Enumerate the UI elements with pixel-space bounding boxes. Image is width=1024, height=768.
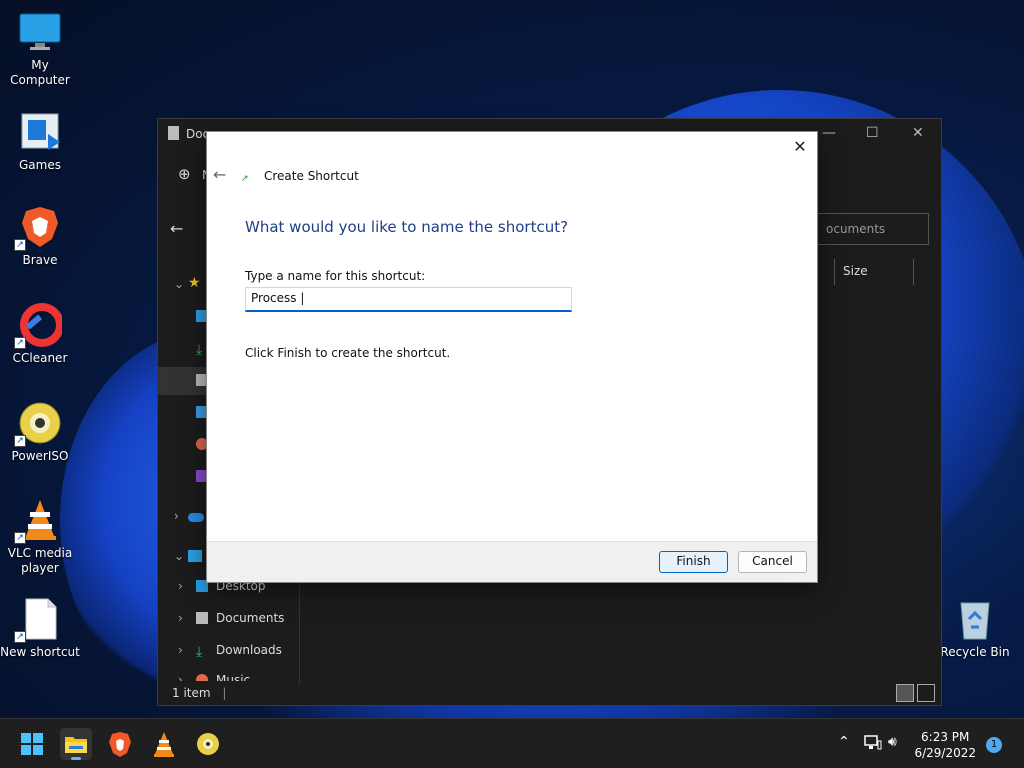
back-arrow-icon[interactable]: ← <box>170 219 183 238</box>
shortcut-arrow-icon: ↗ <box>14 631 26 643</box>
chevron-right-icon: › <box>178 643 183 657</box>
taskbar-vlc[interactable] <box>148 728 180 760</box>
status-item-count: 1 item <box>172 686 211 700</box>
vlc-cone-icon <box>154 732 174 757</box>
vlc-cone-icon: ↗ <box>14 498 62 544</box>
disc-icon: ↗ <box>14 401 62 447</box>
desktop-icon-ccleaner[interactable]: ↗ CCleaner <box>0 303 80 366</box>
sidebar-item-documents[interactable]: › Documents <box>158 605 300 633</box>
sidebar-item-label: Downloads <box>216 643 282 657</box>
desktop-icon-my-computer[interactable]: My Computer <box>0 10 80 88</box>
monitor-icon <box>18 10 62 54</box>
blank-file-icon: ↗ <box>14 597 62 643</box>
clock-date: 6/29/2022 <box>914 746 976 760</box>
shortcut-arrow-icon: ↗ <box>14 532 26 544</box>
dialog-heading: What would you like to name the shortcut… <box>245 218 569 236</box>
new-plus-icon[interactable]: ⊕ <box>178 165 191 183</box>
close-icon[interactable]: ✕ <box>791 138 809 156</box>
desktop-icon-label: CCleaner <box>12 351 68 365</box>
brave-lion-icon: ↗ <box>14 205 62 251</box>
back-arrow-icon[interactable]: ← <box>213 167 233 183</box>
desktop-icon-label: VLC media player <box>7 546 73 575</box>
sidebar-item-downloads[interactable]: › ⤓ Downloads <box>158 637 300 665</box>
sidebar-item-label: Music <box>216 673 251 681</box>
status-divider: | <box>222 686 227 700</box>
shortcut-wizard-icon: ↗ <box>241 174 249 184</box>
taskbar-file-explorer[interactable] <box>60 728 92 760</box>
start-button[interactable] <box>16 728 48 760</box>
dialog-title: Create Shortcut <box>264 169 359 183</box>
sidebar-item-label: Documents <box>216 611 285 625</box>
taskbar-brave[interactable] <box>104 728 136 760</box>
taskbar: ⌃ 🔊︎ 6:23 PM 6/29/2022 1 <box>0 718 1024 768</box>
ccleaner-icon: ↗ <box>14 303 64 349</box>
chevron-right-icon: › <box>178 611 183 625</box>
desktop-icon-recycle-bin[interactable]: Recycle Bin <box>935 597 1015 660</box>
windows-logo-icon <box>21 733 43 755</box>
dialog-footer: Finish Cancel <box>207 541 817 582</box>
recycle-bin-icon <box>953 597 997 641</box>
cloud-icon <box>188 513 204 522</box>
chevron-right-icon: › <box>174 509 179 523</box>
desktop-icon-label: Brave <box>22 253 58 267</box>
folder-icon <box>65 737 87 753</box>
star-icon: ★ <box>188 275 201 291</box>
document-icon <box>196 612 208 624</box>
shortcut-name-input[interactable]: Process | <box>245 287 572 312</box>
search-placeholder: ocuments <box>826 222 886 236</box>
details-view-icon[interactable] <box>896 684 914 702</box>
network-icon[interactable] <box>864 735 882 755</box>
desktop-icon-games[interactable]: Games <box>0 110 80 173</box>
close-icon[interactable]: ✕ <box>912 125 924 141</box>
desktop-icon-new-shortcut[interactable]: ↗ New shortcut <box>0 597 80 660</box>
explorer-search-box[interactable]: ocuments <box>817 213 929 245</box>
desktop-icon-vlc[interactable]: ↗ VLC media player <box>0 498 80 576</box>
create-shortcut-dialog[interactable]: ✕ ← ↗ Create Shortcut What would you lik… <box>206 131 818 583</box>
desktop-icon-label: My Computer <box>10 58 70 87</box>
tiles-view-icon[interactable] <box>917 684 935 702</box>
desktop-icon-label: New shortcut <box>0 645 80 659</box>
brave-lion-icon <box>109 732 131 757</box>
explorer-status-bar: 1 item | <box>158 681 941 705</box>
column-header-label: Size <box>843 264 868 278</box>
music-icon <box>196 674 208 681</box>
finish-button[interactable]: Finish <box>659 551 728 573</box>
chevron-down-icon: ⌄ <box>174 549 185 563</box>
column-header-size[interactable]: Size <box>834 259 914 285</box>
desktop-icon-poweriso[interactable]: ↗ PowerISO <box>0 401 80 464</box>
maximize-icon[interactable]: ☐ <box>866 125 879 141</box>
shortcut-arrow-icon: ↗ <box>14 435 26 447</box>
sidebar-item-music[interactable]: › Music <box>158 667 300 681</box>
desktop-icon-label: Recycle Bin <box>940 645 1010 659</box>
chevron-down-icon: ⌄ <box>174 277 185 291</box>
desktop-icon-label: Games <box>19 158 61 172</box>
document-icon <box>168 126 179 140</box>
chevron-right-icon: › <box>178 579 183 593</box>
clock-time: 6:23 PM <box>921 730 970 744</box>
notification-badge[interactable]: 1 <box>986 737 1002 753</box>
desktop-icon-brave[interactable]: ↗ Brave <box>0 205 80 268</box>
volume-icon[interactable]: 🔊︎ <box>888 734 897 750</box>
chevron-right-icon: › <box>178 673 183 681</box>
taskbar-poweriso[interactable] <box>192 728 224 760</box>
download-icon: ⤓ <box>196 644 203 660</box>
shortcut-arrow-icon: ↗ <box>14 239 26 251</box>
shortcut-arrow-icon: ↗ <box>14 337 26 349</box>
chevron-up-icon[interactable]: ⌃ <box>838 734 850 750</box>
finish-instruction: Click Finish to create the shortcut. <box>245 346 451 360</box>
desktop-icon-label: PowerISO <box>11 449 69 463</box>
disc-icon <box>197 733 219 755</box>
shortcut-name-label: Type a name for this shortcut: <box>245 269 426 283</box>
taskbar-clock[interactable]: 6:23 PM 6/29/2022 <box>914 729 976 761</box>
games-folder-icon <box>18 110 62 154</box>
minimize-icon[interactable]: — <box>822 125 836 141</box>
cancel-button[interactable]: Cancel <box>738 551 807 573</box>
monitor-icon <box>188 550 202 562</box>
